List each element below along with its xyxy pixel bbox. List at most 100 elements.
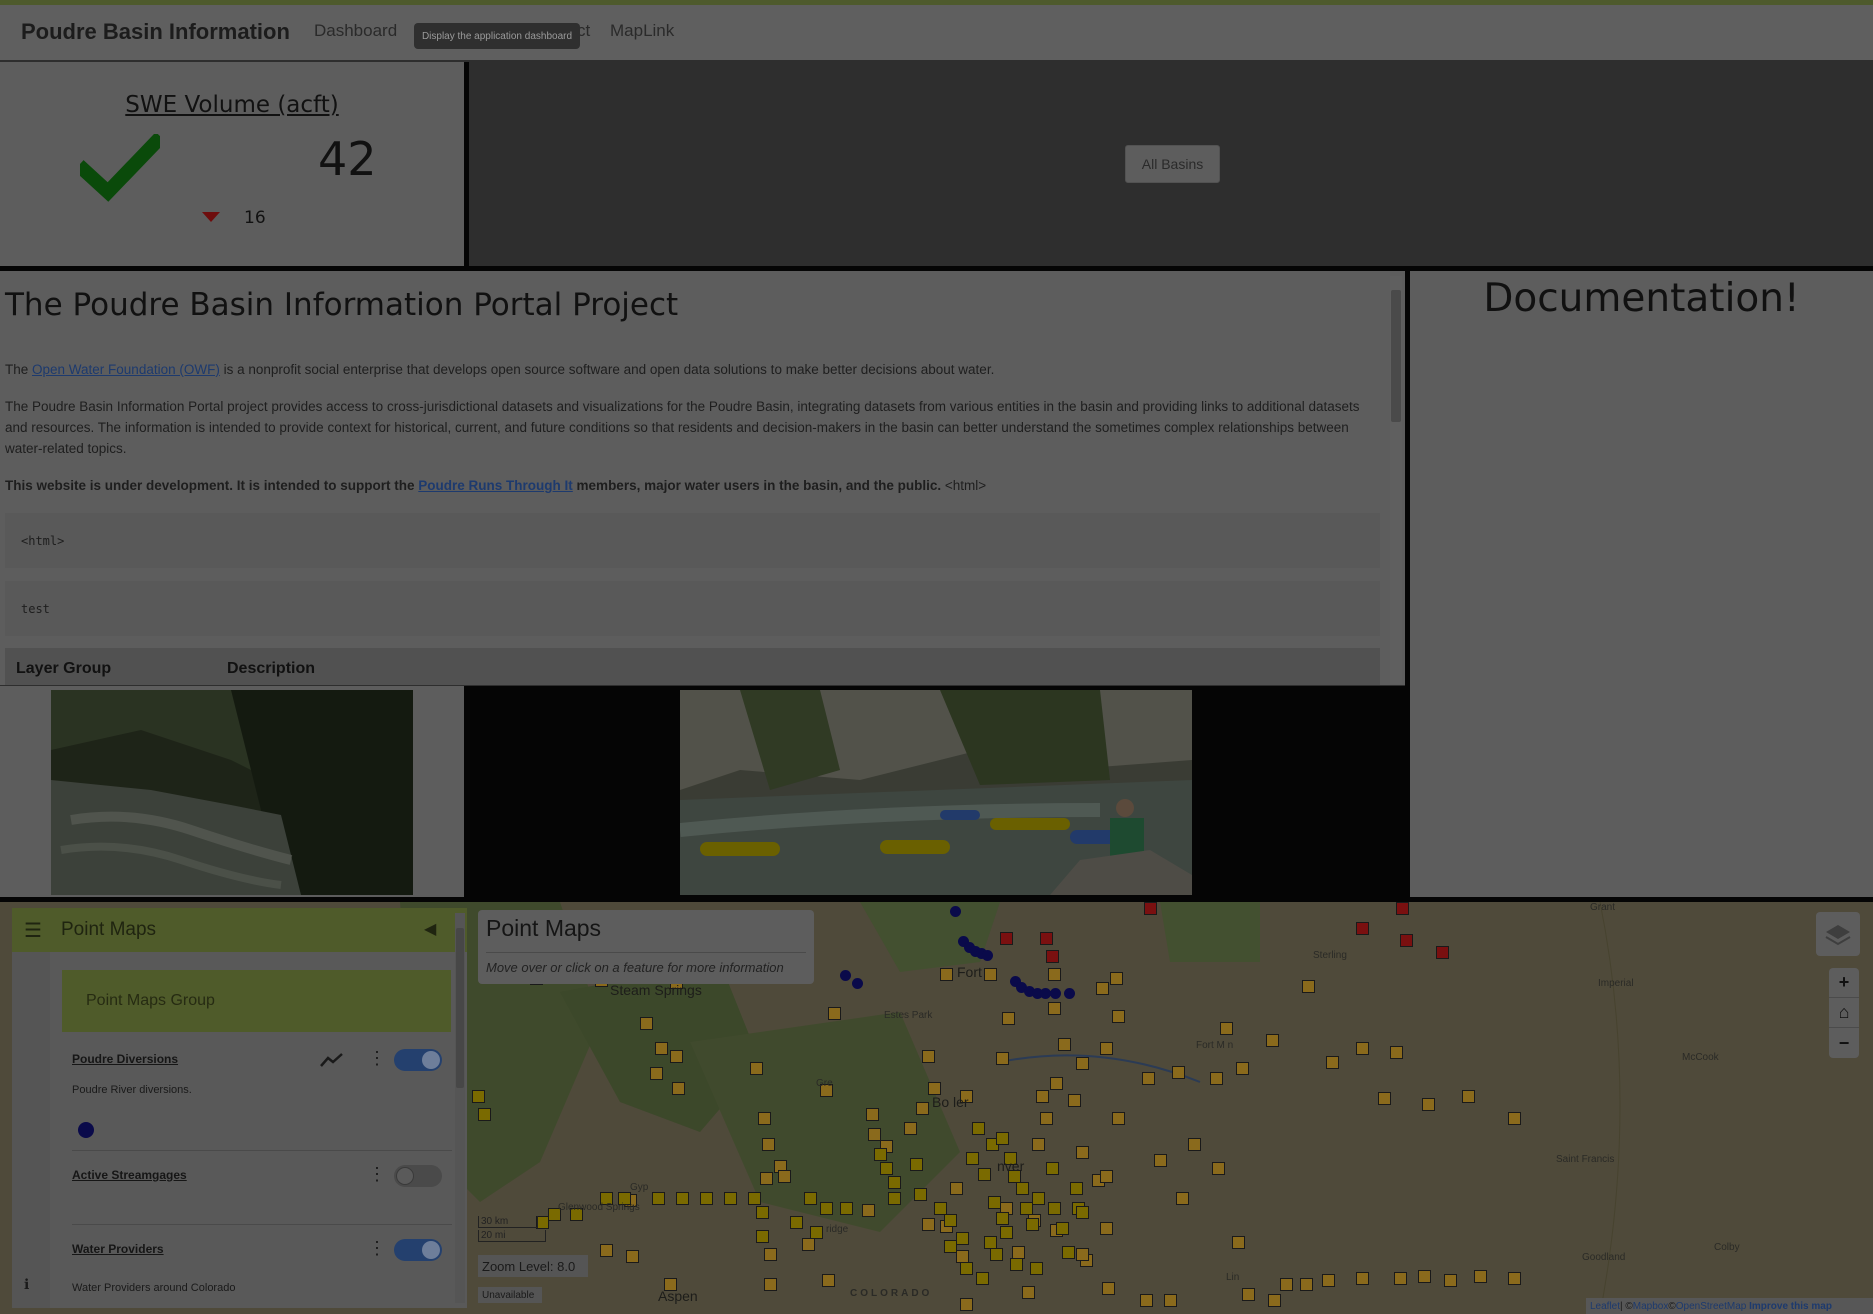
map-marker-square[interactable] xyxy=(940,968,953,981)
map-marker-square[interactable] xyxy=(756,1206,769,1219)
map-marker-square[interactable] xyxy=(960,1298,973,1311)
map-marker-square[interactable] xyxy=(1326,1056,1339,1069)
map-marker-square[interactable] xyxy=(672,1082,685,1095)
map-marker-square[interactable] xyxy=(1188,1138,1201,1151)
map-marker-square[interactable] xyxy=(1280,1278,1293,1291)
map-marker-square[interactable] xyxy=(972,1122,985,1135)
map-marker-square[interactable] xyxy=(1212,1162,1225,1175)
layer-name-water-providers[interactable]: Water Providers xyxy=(72,1242,164,1256)
map-marker-square[interactable] xyxy=(1142,1072,1155,1085)
map-marker-square[interactable] xyxy=(866,1108,879,1121)
map-marker-square[interactable] xyxy=(1058,1038,1071,1051)
map-marker-square[interactable] xyxy=(1140,1294,1153,1307)
map-marker-square[interactable] xyxy=(960,1262,973,1275)
map-marker-square[interactable] xyxy=(1268,1294,1281,1307)
menu-icon[interactable]: ☰ xyxy=(24,918,42,943)
info-icon[interactable]: ℹ xyxy=(24,1276,29,1293)
map-marker-square[interactable] xyxy=(1040,932,1053,945)
map-marker-square[interactable] xyxy=(778,1170,791,1183)
map-marker-square[interactable] xyxy=(1356,1042,1369,1055)
map-marker-square[interactable] xyxy=(1418,1270,1431,1283)
map-marker-square[interactable] xyxy=(640,1017,653,1030)
map-marker-square[interactable] xyxy=(1076,1146,1089,1159)
map-marker-square[interactable] xyxy=(1048,1002,1061,1015)
map-marker-square[interactable] xyxy=(810,1226,823,1239)
map-marker-dot[interactable] xyxy=(840,970,851,981)
map-marker-square[interactable] xyxy=(650,1067,663,1080)
map-marker-square[interactable] xyxy=(1378,1092,1391,1105)
map-marker-square[interactable] xyxy=(828,1007,841,1020)
map-marker-square[interactable] xyxy=(978,1168,991,1181)
map-marker-square[interactable] xyxy=(764,1248,777,1261)
map-marker-dot[interactable] xyxy=(1064,988,1075,999)
map-marker-square[interactable] xyxy=(626,1250,639,1263)
map-marker-square[interactable] xyxy=(1508,1272,1521,1285)
chart-icon[interactable] xyxy=(320,1052,344,1068)
map-marker-square[interactable] xyxy=(676,1192,689,1205)
map-marker-square[interactable] xyxy=(996,1052,1009,1065)
map-marker-square[interactable] xyxy=(670,1050,683,1063)
map-marker-square[interactable] xyxy=(1266,1034,1279,1047)
map-marker-square[interactable] xyxy=(1164,1294,1177,1307)
map-marker-square[interactable] xyxy=(1100,1170,1113,1183)
nav-maplink[interactable]: MapLink xyxy=(610,21,674,41)
poudre-runs-link[interactable]: Poudre Runs Through It xyxy=(418,478,573,493)
map-marker-square[interactable] xyxy=(724,1192,737,1205)
map-marker-square[interactable] xyxy=(1300,1278,1313,1291)
map-marker-square[interactable] xyxy=(1356,1272,1369,1285)
mapbox-link[interactable]: Mapbox xyxy=(1633,1301,1669,1312)
map-marker-square[interactable] xyxy=(1050,1077,1063,1090)
map-marker-square[interactable] xyxy=(990,1248,1003,1261)
layer-menu-icon[interactable]: ⋮ xyxy=(368,1164,386,1185)
map-marker-square[interactable] xyxy=(1444,1274,1457,1287)
layer-group-header[interactable]: Point Maps Group xyxy=(62,970,451,1032)
map-marker-dot[interactable] xyxy=(1050,988,1061,999)
map-marker-square[interactable] xyxy=(652,1192,665,1205)
map-marker-square[interactable] xyxy=(600,1244,613,1257)
map-marker-square[interactable] xyxy=(1110,972,1123,985)
map-marker-square[interactable] xyxy=(862,1204,875,1217)
map-marker-square[interactable] xyxy=(1100,1222,1113,1235)
map-marker-square[interactable] xyxy=(1436,946,1449,959)
map-marker-square[interactable] xyxy=(976,1272,989,1285)
layer-name-poudre-diversions[interactable]: Poudre Diversions xyxy=(72,1052,178,1066)
map-marker-square[interactable] xyxy=(1462,1090,1475,1103)
map-marker-square[interactable] xyxy=(1062,1246,1075,1259)
map-marker-square[interactable] xyxy=(1394,1272,1407,1285)
map-marker-square[interactable] xyxy=(748,1192,761,1205)
map-marker-square[interactable] xyxy=(996,1212,1009,1225)
map-marker-square[interactable] xyxy=(1000,1226,1013,1239)
map-marker-square[interactable] xyxy=(1026,1218,1039,1231)
home-button[interactable]: ⌂ xyxy=(1829,998,1859,1028)
map-marker-square[interactable] xyxy=(1076,1057,1089,1070)
map-marker-square[interactable] xyxy=(750,1062,763,1075)
map-marker-square[interactable] xyxy=(1046,950,1059,963)
map-marker-square[interactable] xyxy=(1016,1182,1029,1195)
map-marker-square[interactable] xyxy=(922,1050,935,1063)
map-marker-square[interactable] xyxy=(916,1102,929,1115)
map-marker-square[interactable] xyxy=(996,1132,1009,1145)
map-marker-square[interactable] xyxy=(1232,1236,1245,1249)
osm-link[interactable]: OpenStreetMap xyxy=(1676,1301,1747,1312)
layer-name-active-streamgages[interactable]: Active Streamgages xyxy=(72,1168,187,1182)
map-marker-square[interactable] xyxy=(1010,1258,1023,1271)
map-marker-square[interactable] xyxy=(922,1218,935,1231)
map-marker-square[interactable] xyxy=(1508,1112,1521,1125)
map-marker-square[interactable] xyxy=(790,1216,803,1229)
map-marker-square[interactable] xyxy=(1000,932,1013,945)
map-marker-square[interactable] xyxy=(1176,1192,1189,1205)
map-marker-square[interactable] xyxy=(1100,1042,1113,1055)
map-marker-square[interactable] xyxy=(1112,1010,1125,1023)
improve-map-link[interactable]: Improve this map xyxy=(1749,1301,1832,1312)
map-marker-square[interactable] xyxy=(1030,1262,1043,1275)
map-marker-dot[interactable] xyxy=(982,950,993,961)
map-marker-square[interactable] xyxy=(1302,980,1315,993)
map-marker-square[interactable] xyxy=(944,1240,957,1253)
map-marker-square[interactable] xyxy=(1096,982,1109,995)
app-title[interactable]: Poudre Basin Information xyxy=(21,19,290,45)
map-marker-square[interactable] xyxy=(1396,902,1409,915)
map-marker-square[interactable] xyxy=(874,1148,887,1161)
map-marker-square[interactable] xyxy=(880,1162,893,1175)
map-marker-square[interactable] xyxy=(758,1112,771,1125)
map-marker-square[interactable] xyxy=(1022,1286,1035,1299)
